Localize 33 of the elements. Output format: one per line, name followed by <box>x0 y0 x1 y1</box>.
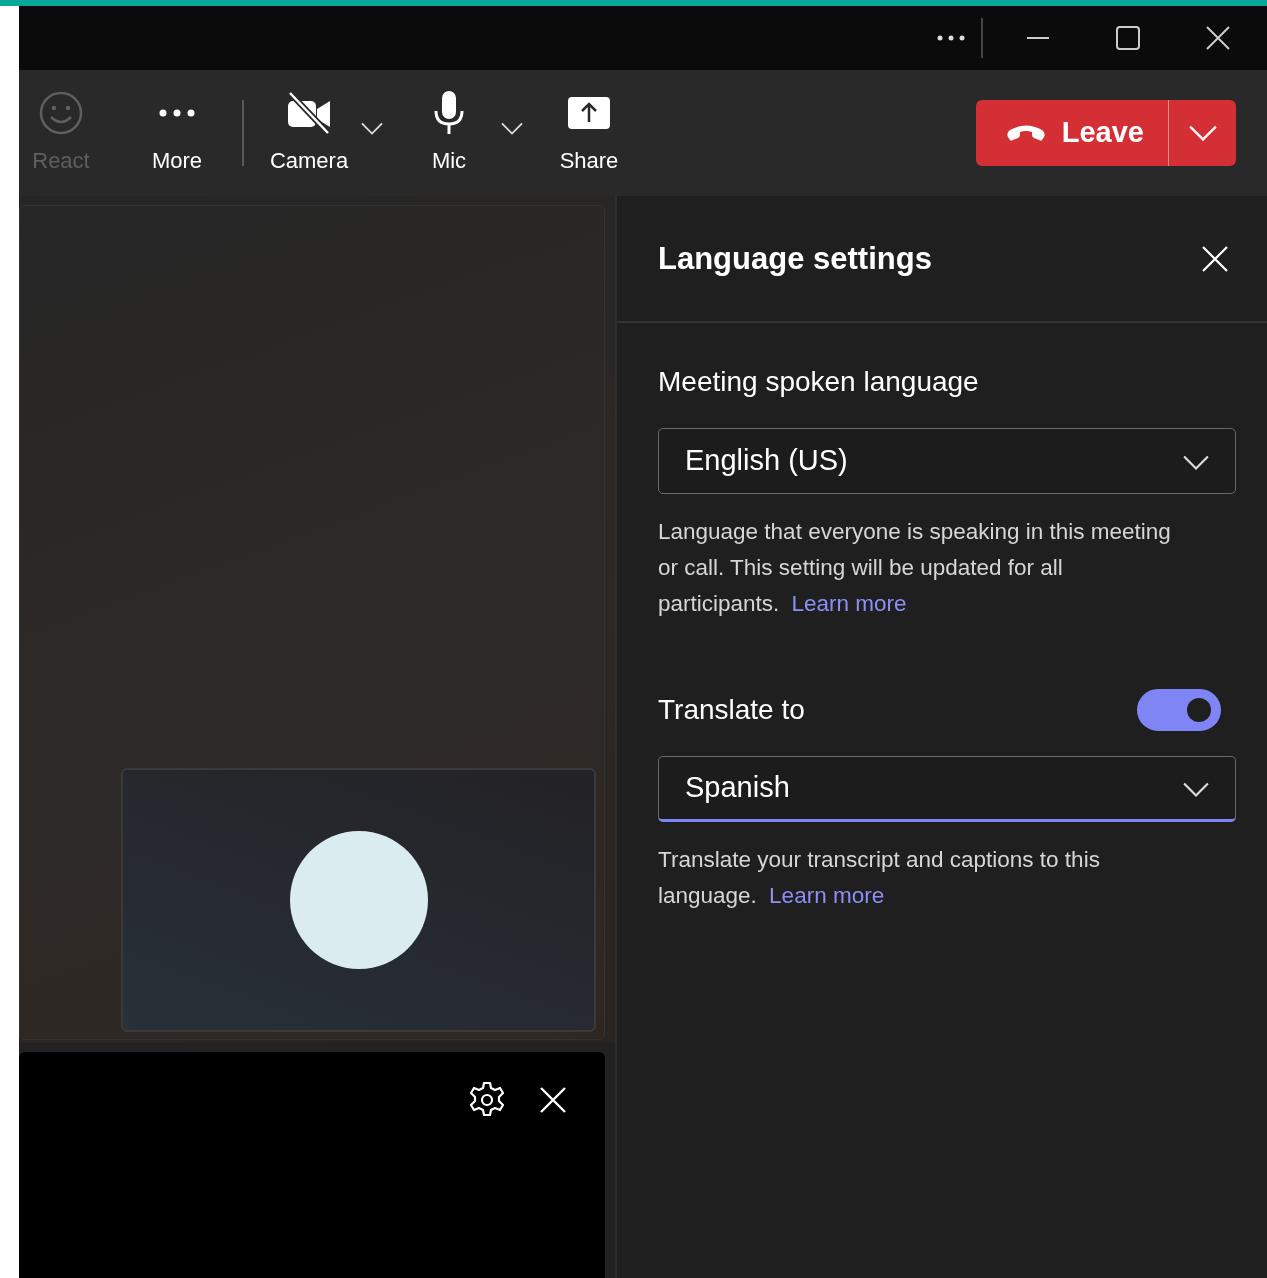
description-text: Translate your transcript and captions to this language. Learn more <box>658 846 1101 910</box>
chevron-down-icon <box>361 121 383 135</box>
camera-off-icon <box>286 90 332 135</box>
share-button[interactable]: Share <box>544 89 634 177</box>
chevron-down-icon <box>501 121 523 135</box>
field-label: Meeting spoken language <box>658 365 979 399</box>
learn-more-link[interactable]: Learn more <box>791 591 907 616</box>
leave-button[interactable]: Leave <box>975 100 1169 166</box>
description-text: Language that everyone is speaking in this meeting or call. This setting will be updated for all participants. Learn more <box>658 518 1172 618</box>
microphone-button[interactable]: Mic <box>404 89 494 177</box>
toggle-switch[interactable] <box>1137 689 1221 731</box>
more-icon <box>937 35 965 41</box>
settings-icon <box>468 1081 506 1119</box>
minimize-icon <box>1027 37 1049 39</box>
maximize-icon <box>1116 26 1140 50</box>
chevron-down-icon <box>1183 455 1209 471</box>
chevron-down-icon <box>1183 782 1209 798</box>
close-icon <box>540 1087 566 1113</box>
learn-more-link[interactable]: Learn more <box>769 883 885 908</box>
hang-up-icon <box>1005 125 1046 141</box>
field-label: Translate to <box>658 693 805 727</box>
more-button[interactable]: More <box>132 89 222 177</box>
close-icon <box>1202 245 1228 272</box>
language-dropdown[interactable]: English (US) <box>658 428 1236 494</box>
microphone-icon <box>433 89 465 136</box>
panel-title: Language settings <box>658 239 932 278</box>
camera-off-button[interactable]: Camera <box>264 89 354 177</box>
chevron-down-icon <box>1188 125 1217 141</box>
more-icon <box>159 108 195 117</box>
language-dropdown[interactable]: Spanish <box>658 756 1236 822</box>
smiley-icon <box>39 90 83 135</box>
share-icon <box>568 96 610 129</box>
close-icon <box>1206 26 1230 50</box>
